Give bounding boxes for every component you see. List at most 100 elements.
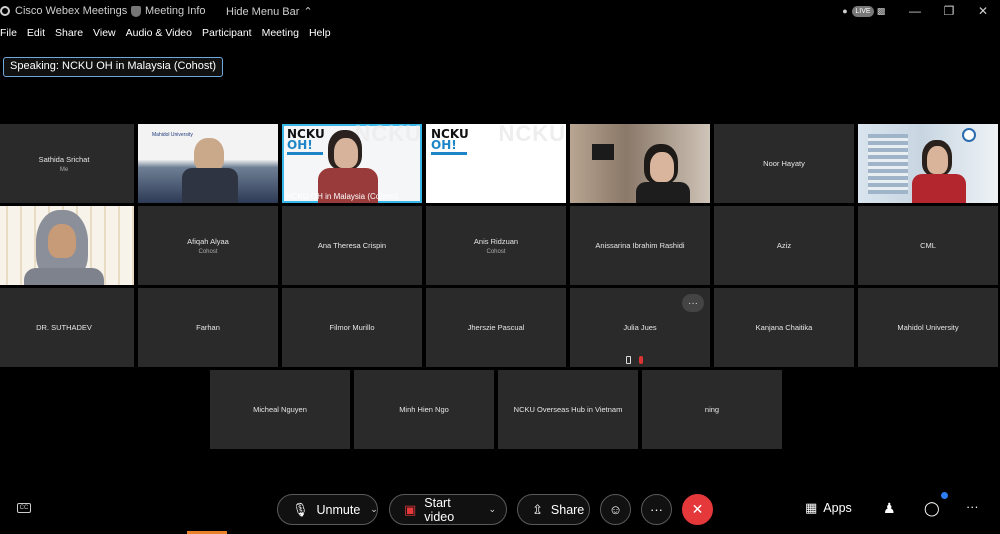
live-stream-icon[interactable]: LIVE (852, 2, 874, 20)
menu-view[interactable]: View (93, 27, 116, 43)
participant-tile[interactable]: Farhan (138, 288, 278, 367)
participant-tile[interactable]: Mahidol University (858, 288, 998, 367)
participants-icon: ♟ (883, 500, 896, 516)
participant-name: CML (920, 241, 936, 250)
participant-name: Julia Jues (623, 323, 657, 332)
meeting-info-label: Meeting Info (145, 5, 206, 17)
phone-icon (626, 356, 631, 364)
apps-button[interactable]: ▦ Apps (805, 500, 852, 516)
more-options-button[interactable]: ··· (641, 494, 672, 525)
ncku-logo: NCKU OH! (431, 128, 469, 155)
ncku-logo-line2: OH! (431, 138, 457, 152)
chevron-down-icon[interactable]: ⌄ (370, 504, 378, 515)
participants-button[interactable]: ♟ (883, 500, 896, 517)
hide-menu-bar-button[interactable]: Hide Menu Bar ⌃ (226, 5, 313, 19)
participant-video-body (636, 182, 690, 203)
participant-name: Sathida Srichat (38, 154, 90, 164)
close-button[interactable]: ✕ (966, 2, 1000, 20)
menu-bar: File Edit Share View Audio & Video Parti… (0, 27, 341, 43)
microphone-muted-icon: 🎙︎ (292, 501, 309, 517)
ncku-logo: NCKU OH! (287, 128, 325, 155)
participant-role: Cohost (486, 248, 506, 255)
tile-more-button[interactable]: ··· (682, 294, 704, 312)
participant-name: Anissarina Ibrahim Rashidi (595, 241, 685, 250)
speaking-prefix: Speaking: (10, 60, 59, 72)
share-icon: ⇫ (532, 501, 543, 517)
participant-tile[interactable]: Julia Jues ··· (570, 288, 710, 367)
participant-tile[interactable]: NCKU Overseas Hub in Vietnam (498, 370, 638, 449)
unmute-button[interactable]: 🎙︎ Unmute ⌄ (277, 494, 378, 525)
participant-tile[interactable] (570, 124, 710, 203)
menu-file[interactable]: File (0, 27, 17, 43)
minimize-button[interactable]: — (898, 2, 932, 20)
video-off-icon: ▣ (404, 501, 417, 517)
menu-audio-video[interactable]: Audio & Video (126, 27, 192, 43)
participant-tile[interactable]: Afiqah Alyaa Cohost (138, 206, 278, 285)
apps-icon: ▦ (805, 500, 818, 515)
overflow-menu-button[interactable]: ··· (966, 500, 979, 514)
restore-button[interactable]: ❐ (932, 2, 966, 20)
participant-name: Afiqah Alyaa (187, 236, 229, 246)
participant-video-face (927, 146, 948, 174)
participant-tile[interactable]: Jherszie Pascual (426, 288, 566, 367)
menu-meeting[interactable]: Meeting (262, 27, 299, 43)
closed-captions-icon[interactable]: CC (17, 503, 31, 513)
participant-name: Anis Ridzuan (473, 236, 519, 246)
participant-name: Jherszie Pascual (467, 323, 525, 332)
participant-role: Me (59, 166, 69, 173)
record-icon[interactable]: ● (836, 2, 854, 20)
participant-tile[interactable]: Micheal Nguyen (210, 370, 350, 449)
meeting-info-button[interactable]: Meeting Info (131, 5, 206, 17)
menu-edit[interactable]: Edit (27, 27, 45, 43)
app-title: Cisco Webex Meetings (0, 5, 127, 17)
tv-screen (592, 144, 614, 160)
unmute-label: Unmute (316, 502, 361, 517)
chat-button[interactable]: ◯ (924, 500, 940, 517)
participant-name: NCKU OH in Malaysia (Cohost) (286, 192, 399, 201)
participant-tile[interactable]: CML (858, 206, 998, 285)
start-video-button[interactable]: ▣ Start video ⌄ (389, 494, 507, 525)
participant-tile[interactable] (0, 206, 134, 285)
title-bar: Cisco Webex Meetings Meeting Info Hide M… (0, 0, 1000, 22)
chat-notification-badge (941, 492, 948, 499)
participant-tile[interactable]: Anis Ridzuan Cohost (426, 206, 566, 285)
participant-name: Aziz (776, 241, 792, 250)
participant-tile[interactable]: ning (642, 370, 782, 449)
participant-tile[interactable]: Ana Theresa Crispin (282, 206, 422, 285)
close-icon: ✕ (691, 501, 704, 517)
menu-help[interactable]: Help (309, 27, 331, 43)
participant-tile[interactable]: Noor Hayaty (714, 124, 854, 203)
end-meeting-button[interactable]: ✕ (682, 494, 713, 525)
participant-tile[interactable] (858, 124, 998, 203)
video-caption: Mahidol University (152, 132, 193, 138)
participant-name: Ana Theresa Crispin (317, 241, 387, 250)
participant-tile[interactable]: Anissarina Ibrahim Rashidi (570, 206, 710, 285)
participant-tile[interactable]: NCKU OH! NCKU NCKU OH in Malaysia (Cohost) (282, 124, 422, 203)
participant-name: Filmor Murillo (329, 323, 375, 332)
participant-tile[interactable]: Minh Hien Ngo (354, 370, 494, 449)
participant-tile[interactable]: Aziz (714, 206, 854, 285)
participant-name: Kanjana Chaitika (755, 323, 813, 332)
university-logo (962, 128, 976, 142)
webex-logo-icon (0, 6, 10, 16)
share-label: Share (550, 502, 585, 517)
menu-participant[interactable]: Participant (202, 27, 252, 43)
chevron-down-icon[interactable]: ⌄ (488, 504, 496, 515)
participant-tile[interactable]: Kanjana Chaitika (714, 288, 854, 367)
participant-tile[interactable]: Mahidol University (138, 124, 278, 203)
participant-name: Minh Hien Ngo (399, 405, 449, 414)
participant-tile[interactable]: Sathida Srichat Me (0, 124, 134, 203)
reactions-button[interactable]: ☺ (600, 494, 631, 525)
participant-tile[interactable]: DR. SUTHADEV (0, 288, 134, 367)
shield-icon (131, 5, 141, 17)
participant-tile[interactable]: NCKU OH! NCKU (426, 124, 566, 203)
hide-menu-label: Hide Menu Bar (226, 5, 300, 18)
share-button[interactable]: ⇫ Share (517, 494, 590, 525)
participant-tile[interactable]: Filmor Murillo (282, 288, 422, 367)
menu-share[interactable]: Share (55, 27, 83, 43)
building-image (868, 134, 908, 194)
stats-icon[interactable]: ▩ (872, 2, 890, 20)
participant-name: ning (704, 405, 720, 414)
speaking-name: NCKU OH in Malaysia (Cohost) (62, 60, 217, 72)
ncku-logo-bar (431, 152, 467, 155)
